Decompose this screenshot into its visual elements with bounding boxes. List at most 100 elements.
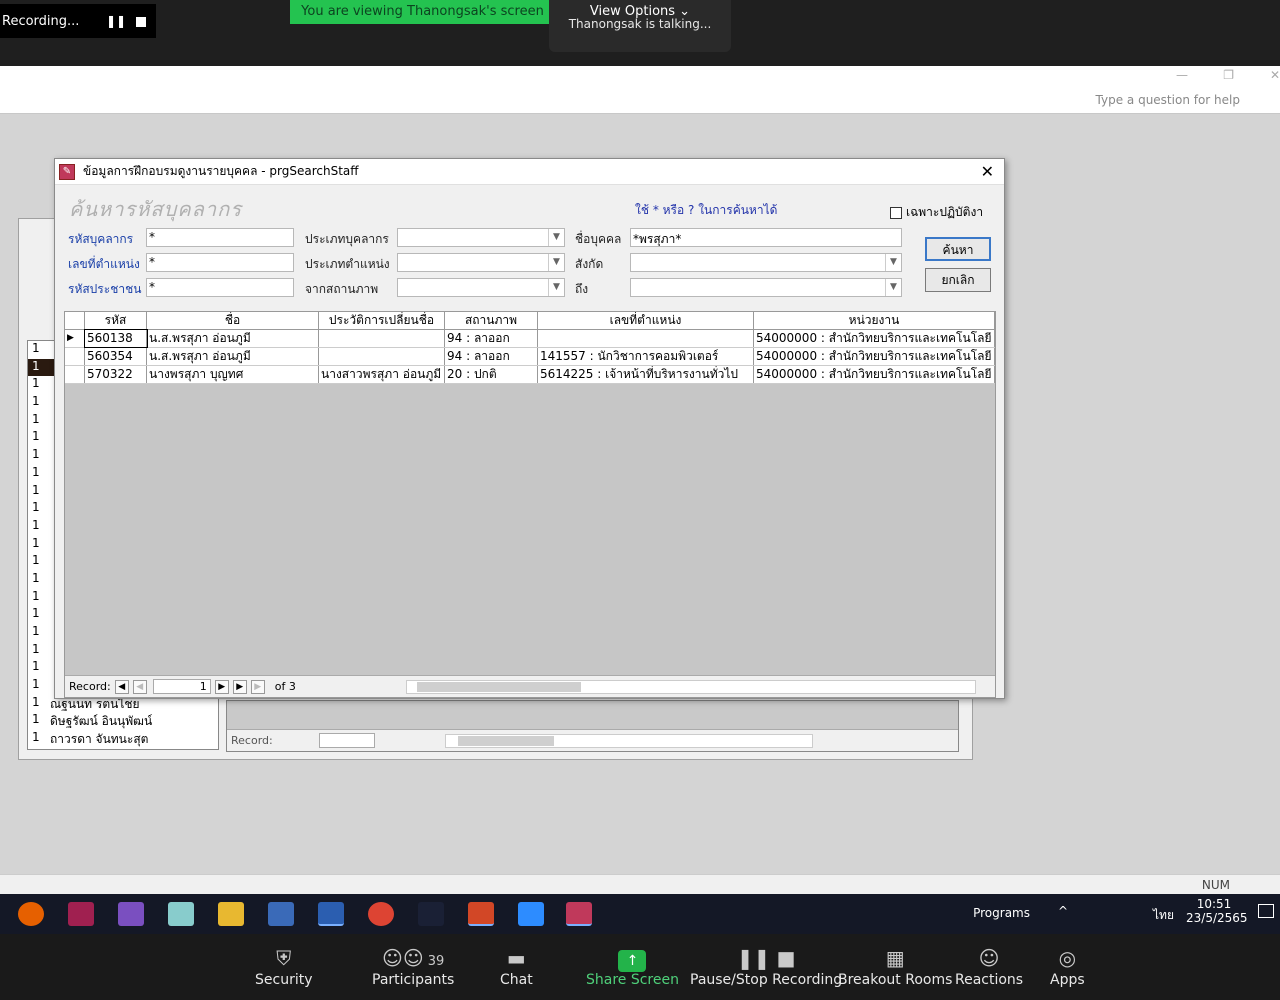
new-record-icon[interactable]: ▶: [250, 679, 265, 694]
list-item-number: 1: [32, 659, 40, 674]
chevron-down-icon[interactable]: ▼: [548, 254, 564, 271]
firefox-icon[interactable]: [18, 902, 44, 926]
view-options-button[interactable]: View Options ⌄ Thanongsak is talking...: [549, 0, 731, 52]
table-cell[interactable]: นางสาวพรสุภา อ่อนภูมี: [319, 366, 445, 383]
table-row[interactable]: 570322 นางพรสุภา บุญทศ นางสาวพรสุภา อ่อนภู…: [65, 366, 995, 384]
table-cell[interactable]: 54000000 : สำนักวิทยบริการและเทคโนโลยี: [754, 348, 995, 365]
tray-arrow-icon[interactable]: ^: [1058, 904, 1068, 918]
remote-desktop-icon[interactable]: [268, 902, 294, 926]
first-record-icon[interactable]: ◀: [114, 679, 129, 694]
checkbox-box[interactable]: [890, 206, 902, 219]
row-selector[interactable]: ▶: [65, 330, 85, 347]
position-no-input[interactable]: *: [146, 253, 294, 272]
col-header-department[interactable]: หน่วยงาน: [754, 312, 995, 329]
row-selector[interactable]: [65, 348, 85, 365]
name-input[interactable]: *พรสุภา*: [630, 228, 902, 247]
visual-studio-icon[interactable]: [118, 902, 144, 926]
table-cell[interactable]: 94 : ลาออก: [445, 348, 538, 365]
chevron-down-icon[interactable]: ▼: [885, 254, 901, 271]
table-cell[interactable]: 141557 : นักวิชาการคอมพิวเตอร์: [538, 348, 754, 365]
bottom-button-label: Chat: [500, 972, 533, 988]
last-record-icon[interactable]: ▶: [232, 679, 247, 694]
results-hscroll[interactable]: [405, 679, 976, 694]
table-cell[interactable]: 560354: [85, 348, 147, 365]
current-record-input[interactable]: 1: [152, 679, 211, 694]
col-header-name[interactable]: ชื่อ: [147, 312, 319, 329]
chevron-down-icon[interactable]: ▼: [548, 279, 564, 296]
powerpoint-icon[interactable]: [468, 902, 494, 926]
table-cell[interactable]: น.ส.พรสุภา อ่อนภูมี: [147, 348, 319, 365]
table-row[interactable]: 560354 น.ส.พรสุภา อ่อนภูมี 94 : ลาออก 14155…: [65, 348, 995, 366]
clock-date: 23/5/2565: [1186, 911, 1248, 925]
notification-icon[interactable]: [1258, 904, 1274, 918]
table-cell[interactable]: นางพรสุภา บุญทศ: [147, 366, 319, 383]
close-icon[interactable]: ✕: [981, 162, 994, 181]
next-record-icon[interactable]: ▶: [214, 679, 229, 694]
participants-button[interactable]: ☺☺ 39 Participants: [372, 944, 454, 988]
position-type-combo[interactable]: ▼: [397, 253, 565, 272]
staff-id-input[interactable]: *: [146, 228, 294, 247]
reactions-button[interactable]: ☺ Reactions: [955, 944, 1023, 988]
table-cell[interactable]: [538, 330, 754, 347]
clock[interactable]: 10:51 23/5/2565: [1186, 897, 1248, 925]
col-header-id[interactable]: รหัส: [85, 312, 147, 329]
col-header-status[interactable]: สถานภาพ: [445, 312, 538, 329]
programs-toolbar[interactable]: Programs: [973, 906, 1030, 920]
table-cell[interactable]: 54000000 : สำนักวิทยบริการและเทคโนโลยี: [754, 366, 995, 383]
background-subform: Record:: [226, 700, 959, 752]
cancel-button[interactable]: ยกเลิก: [925, 268, 991, 292]
background-record-number[interactable]: [318, 733, 375, 748]
security-button[interactable]: ⛨ Security: [255, 944, 313, 988]
table-cell[interactable]: 570322: [85, 366, 147, 383]
help-search-input[interactable]: Type a question for help: [1096, 93, 1240, 107]
breakout-rooms-button[interactable]: ▦ Breakout Rooms: [838, 944, 952, 988]
citizen-id-input[interactable]: *: [146, 278, 294, 297]
pause-stop-recording-button[interactable]: ❚❚ ■ Pause/Stop Recording: [690, 944, 842, 988]
file-explorer-icon[interactable]: [218, 902, 244, 926]
col-header-name-history[interactable]: ประวัติการเปลี่ยนชื่อ: [319, 312, 445, 329]
affiliation-combo[interactable]: ▼: [630, 253, 902, 272]
chat-button[interactable]: ▬ Chat: [500, 944, 533, 988]
access-icon[interactable]: [566, 902, 592, 926]
table-cell[interactable]: 94 : ลาออก: [445, 330, 538, 347]
word-icon[interactable]: [318, 902, 344, 926]
minimize-icon[interactable]: —: [1176, 68, 1188, 82]
bottom-button-label: Reactions: [955, 972, 1024, 988]
table-row[interactable]: ▶ 560138 น.ส.พรสุภา อ่อนภูมี 94 : ลาออก 5400…: [65, 329, 995, 348]
language-indicator[interactable]: ไทย: [1153, 906, 1174, 925]
prev-record-icon[interactable]: ◀: [132, 679, 147, 694]
table-cell[interactable]: 20 : ปกติ: [445, 366, 538, 383]
notes-icon[interactable]: [168, 902, 194, 926]
database-icon[interactable]: [68, 902, 94, 926]
search-staff-dialog: ✎ ข้อมูลการฝึกอบรมดูงานรายบุคคล - prgSea…: [54, 158, 1005, 699]
zoom-bottom-bar: ⛨ Security ☺☺ 39 Participants ▬ Chat ↑ Share Scr…: [0, 934, 1280, 1000]
acrobat-icon[interactable]: [418, 902, 444, 926]
active-only-checkbox[interactable]: เฉพาะปฏิบัติงา: [890, 203, 983, 222]
table-cell[interactable]: น.ส.พรสุภา อ่อนภูมี: [147, 330, 319, 347]
list-item[interactable]: 1 ถาวรดา จันทนะสุต: [28, 730, 218, 748]
list-item[interactable]: 1 ดิษฐรัฒน์ อินนุพัฒน์: [28, 712, 218, 730]
list-item-number: 1: [32, 429, 40, 444]
table-cell[interactable]: [319, 348, 445, 365]
zoom-icon[interactable]: [518, 902, 544, 926]
close-app-icon[interactable]: ✕: [1270, 68, 1280, 82]
row-selector[interactable]: [65, 366, 85, 383]
table-cell[interactable]: 560138: [84, 329, 148, 348]
chrome-icon[interactable]: [368, 902, 394, 926]
staff-type-combo[interactable]: ▼: [397, 228, 565, 247]
restore-icon[interactable]: ❐: [1223, 68, 1234, 82]
table-cell[interactable]: 5614225 : เจ้าหน้าที่บริหารงานทั่วไป: [538, 366, 754, 383]
search-button[interactable]: ค้นหา: [925, 237, 991, 261]
pause-recording-icon[interactable]: ❚❚: [106, 14, 126, 28]
stop-recording-icon[interactable]: [136, 17, 146, 27]
chevron-down-icon[interactable]: ▼: [548, 229, 564, 246]
share-screen-button[interactable]: ↑ Share Screen: [586, 944, 679, 988]
table-cell[interactable]: [319, 330, 445, 347]
to-combo[interactable]: ▼: [630, 278, 902, 297]
background-hscroll[interactable]: [444, 733, 813, 748]
status-from-combo[interactable]: ▼: [397, 278, 565, 297]
chevron-down-icon[interactable]: ▼: [885, 279, 901, 296]
table-cell[interactable]: 54000000 : สำนักวิทยบริการและเทคโนโลยี: [754, 330, 995, 347]
apps-button[interactable]: ◎ Apps: [1050, 944, 1085, 988]
col-header-position-no[interactable]: เลขที่ตำแหน่ง: [538, 312, 754, 329]
